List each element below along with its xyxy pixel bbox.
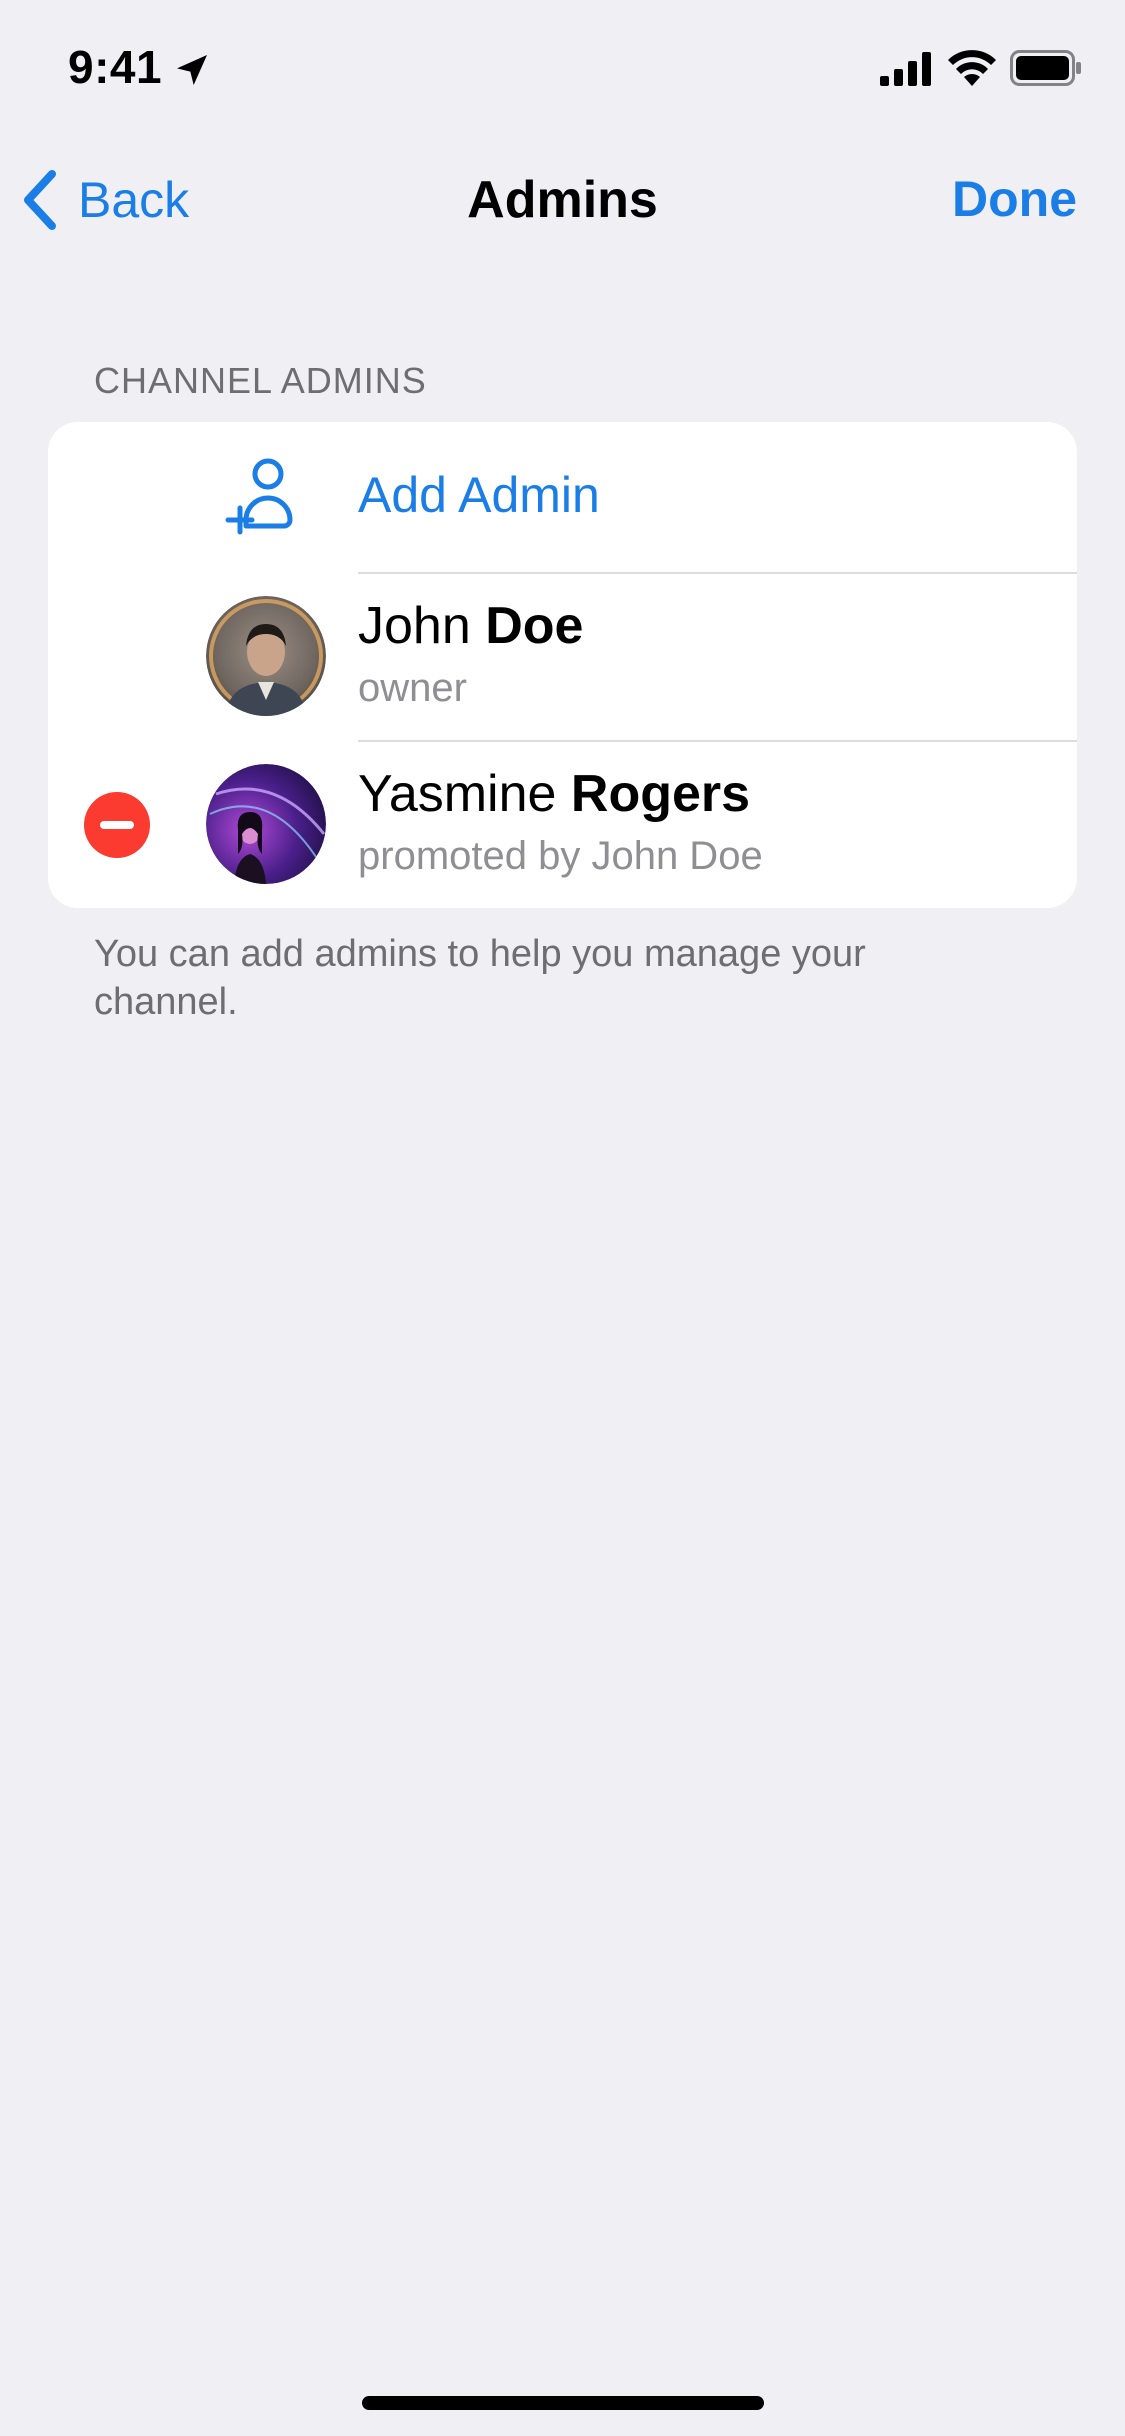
add-person-icon <box>225 458 293 535</box>
wifi-icon <box>948 50 996 86</box>
avatar <box>206 764 326 884</box>
home-indicator[interactable] <box>362 2396 764 2410</box>
location-arrow-icon <box>177 55 207 85</box>
admin-row-john-doe[interactable]: John Doe owner <box>48 572 1077 740</box>
admins-list: Add Admin John Doe owner Yasmine Rogers … <box>48 422 1077 908</box>
status-time: 9:41 <box>68 41 163 93</box>
cellular-signal-icon <box>880 52 931 86</box>
remove-admin-button[interactable] <box>84 792 150 858</box>
section-header: CHANNEL ADMINS <box>94 360 427 401</box>
avatar <box>206 596 326 716</box>
minus-icon <box>100 821 134 829</box>
admin-name: Yasmine Rogers <box>358 765 751 823</box>
section-footer: You can add admins to help you manage yo… <box>94 933 866 1023</box>
status-bar: 9:41 <box>0 0 1125 140</box>
admin-role: owner <box>358 666 467 710</box>
admin-promoted-by: promoted by John Doe <box>358 834 763 878</box>
battery-icon <box>1010 50 1081 86</box>
add-admin-label: Add Admin <box>358 467 600 523</box>
admin-row-yasmine-rogers[interactable]: Yasmine Rogers promoted by John Doe <box>48 740 1077 908</box>
add-admin-button[interactable]: Add Admin <box>48 422 1077 572</box>
navigation-bar: Back Admins Done <box>0 140 1125 260</box>
done-button[interactable]: Done <box>952 170 1077 228</box>
admin-name: John Doe <box>358 597 584 655</box>
